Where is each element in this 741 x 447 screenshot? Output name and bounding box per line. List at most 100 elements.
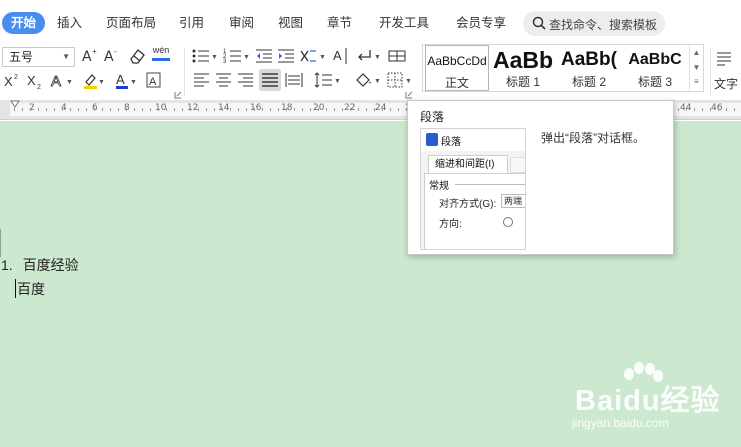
ruler-tick: [158, 108, 159, 111]
preview-radio: [503, 217, 513, 227]
style-gallery-scroll[interactable]: ▲ ▼ ≡: [689, 45, 703, 91]
chevron-down-icon[interactable]: ▼: [690, 60, 703, 75]
list-paragraph[interactable]: 1. 百度经验: [1, 255, 79, 275]
ruler-tick: [270, 108, 271, 111]
text-cursor: [15, 279, 16, 298]
subscript-button[interactable]: X2: [26, 70, 44, 90]
style-normal[interactable]: AaBbCcDd 正文: [425, 45, 489, 91]
tab-insert[interactable]: 插入: [57, 12, 82, 34]
ruler-tick: [318, 108, 319, 111]
search-placeholder: 查找命令、搜索模板: [549, 18, 658, 32]
ruler-tick: [142, 108, 143, 111]
chevron-up-icon[interactable]: ▲: [690, 45, 703, 60]
ruler-tick: [110, 108, 111, 111]
distributed-align-button[interactable]: [285, 70, 303, 90]
ruler-number: 16: [250, 103, 262, 113]
table-tools-button[interactable]: [387, 46, 407, 66]
command-search-box[interactable]: 查找命令、搜索模板: [523, 11, 665, 36]
bullet-list-button[interactable]: ▼: [191, 46, 219, 66]
menu-bar: 开始 插入 页面布局 引用 审阅 视图 章节 开发工具 会员专享 查找命令、搜索…: [0, 0, 741, 44]
style-heading-3[interactable]: AaBbC 标题 3: [623, 45, 687, 91]
preview-dialog-title: 段落: [441, 137, 461, 148]
tab-home[interactable]: 开始: [2, 12, 46, 34]
ruler-tick: [118, 108, 119, 111]
font-color-button[interactable]: A ▼: [114, 70, 138, 90]
font-dialog-launcher[interactable]: [174, 91, 184, 100]
numbered-list-button[interactable]: 1 2 3 ▼: [223, 46, 251, 66]
show-marks-button[interactable]: A: [331, 46, 351, 66]
ruler-tick: [22, 108, 23, 111]
superscript-button[interactable]: X2: [3, 70, 21, 90]
style-heading-1[interactable]: AaBb 标题 1: [491, 45, 555, 91]
tab-view[interactable]: 视图: [278, 12, 303, 34]
align-right-button[interactable]: [237, 70, 255, 90]
style-sample: AaBbCcDd: [427, 54, 487, 68]
paint-bucket-icon: ▼: [356, 73, 381, 87]
style-sample: AaBb: [492, 47, 554, 73]
ruler-tick: [126, 108, 127, 111]
font-size-select[interactable]: 五号 ▼: [2, 47, 75, 67]
line-spacing-icon: ▼: [314, 72, 341, 88]
tab-page-layout[interactable]: 页面布局: [106, 12, 156, 34]
indent-marker-icon[interactable]: [10, 100, 20, 108]
tooltip-title: 段落: [420, 110, 445, 124]
ruler-tick: [726, 108, 727, 111]
highlighter-icon: ▼: [84, 74, 105, 89]
ruler-tick: [374, 108, 375, 111]
ruler-tick: [678, 108, 679, 111]
bullet-list-icon: ▼: [192, 49, 218, 63]
indent-icon: [278, 49, 294, 63]
search-icon: [532, 16, 546, 33]
ruler-tick: [94, 108, 95, 111]
align-center-button[interactable]: [215, 70, 233, 90]
preview-section: 常规: [429, 181, 449, 192]
ruler-tick: [70, 108, 71, 111]
grow-font-button[interactable]: A +: [81, 46, 99, 66]
ribbon-separator: [710, 48, 711, 96]
tab-references[interactable]: 引用: [179, 12, 204, 34]
line-spacing-button[interactable]: ▼: [313, 70, 341, 90]
shading-button[interactable]: ▼: [354, 70, 382, 90]
svg-text:3: 3: [223, 59, 227, 65]
ruler-number: 10: [155, 103, 167, 113]
paragraph-dialog-launcher[interactable]: [405, 91, 415, 100]
decrease-indent-button[interactable]: [255, 46, 273, 66]
justify-button[interactable]: [259, 69, 281, 91]
borders-button[interactable]: ▼: [386, 70, 414, 90]
ruler-tick: [206, 108, 207, 111]
phonetic-bar: [152, 58, 170, 61]
tab-chapter[interactable]: 章节: [327, 12, 352, 34]
text-tools-label[interactable]: 文字: [714, 74, 741, 94]
ruler-tick: [86, 108, 87, 111]
text-tools-button[interactable]: [715, 49, 733, 69]
line-break-button[interactable]: ▼: [355, 46, 383, 66]
shrink-font-button[interactable]: A-: [103, 46, 121, 66]
ruler-tick: [326, 108, 327, 111]
ruler-tick: [342, 108, 343, 111]
text-effect-button[interactable]: A ▼: [50, 70, 74, 90]
tab-review[interactable]: 审阅: [229, 12, 254, 34]
style-heading-2[interactable]: AaBb( 标题 2: [557, 45, 621, 91]
highlight-button[interactable]: ▼: [82, 70, 106, 90]
increase-indent-button[interactable]: [277, 46, 295, 66]
svg-text:▼: ▼: [374, 78, 381, 85]
ruler-tick: [38, 108, 39, 111]
ruler-tick: [686, 108, 687, 111]
outdent-icon: [256, 49, 272, 63]
align-left-button[interactable]: [193, 70, 211, 90]
clear-format-button[interactable]: [127, 46, 147, 66]
preview-align-select: 两端: [501, 194, 525, 208]
tab-developer[interactable]: 开发工具: [379, 12, 429, 34]
preview-tab: 缩进和间距(I): [428, 155, 508, 173]
chinese-layout-button[interactable]: ▼: [299, 46, 327, 66]
expand-gallery-icon[interactable]: ≡: [690, 75, 703, 89]
ruler-tick: [182, 108, 183, 111]
phonetic-guide-button[interactable]: wén: [150, 45, 172, 65]
char-border-button[interactable]: A: [145, 70, 163, 90]
margin-marker: [0, 229, 1, 257]
ruler-tick: [134, 108, 135, 111]
body-paragraph[interactable]: 百度: [17, 279, 45, 299]
ruler-tick: [190, 108, 191, 111]
ruler-tick: [54, 108, 55, 111]
tab-member[interactable]: 会员专享: [456, 12, 506, 34]
